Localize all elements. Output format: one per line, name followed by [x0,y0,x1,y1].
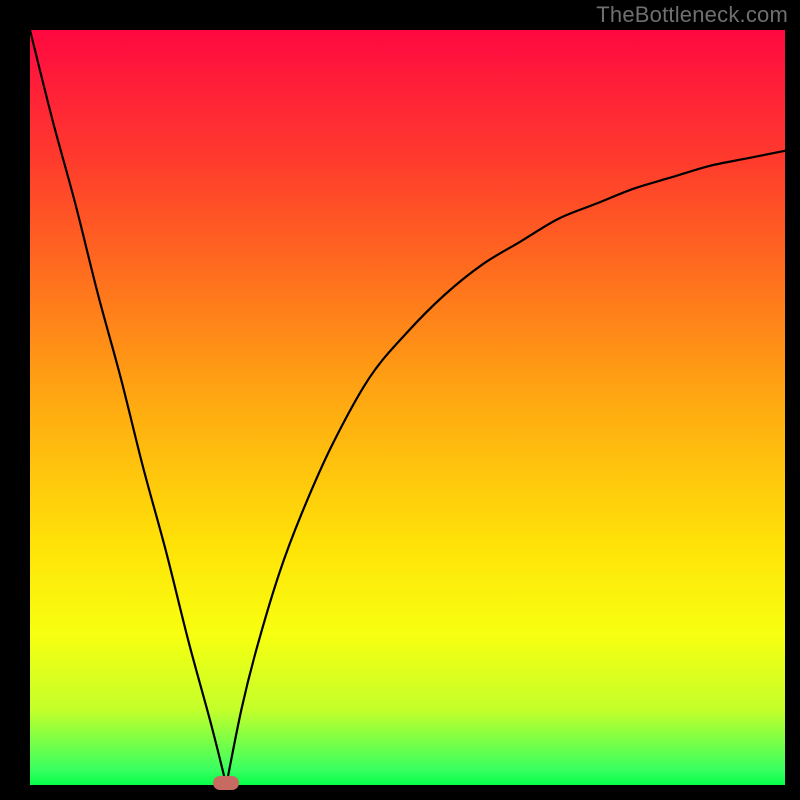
chart-frame: TheBottleneck.com [0,0,800,800]
plot-area [30,30,785,785]
curve-svg [30,30,785,785]
trough-marker [213,776,239,790]
watermark-text: TheBottleneck.com [596,2,788,28]
bottleneck-curve [30,30,785,794]
